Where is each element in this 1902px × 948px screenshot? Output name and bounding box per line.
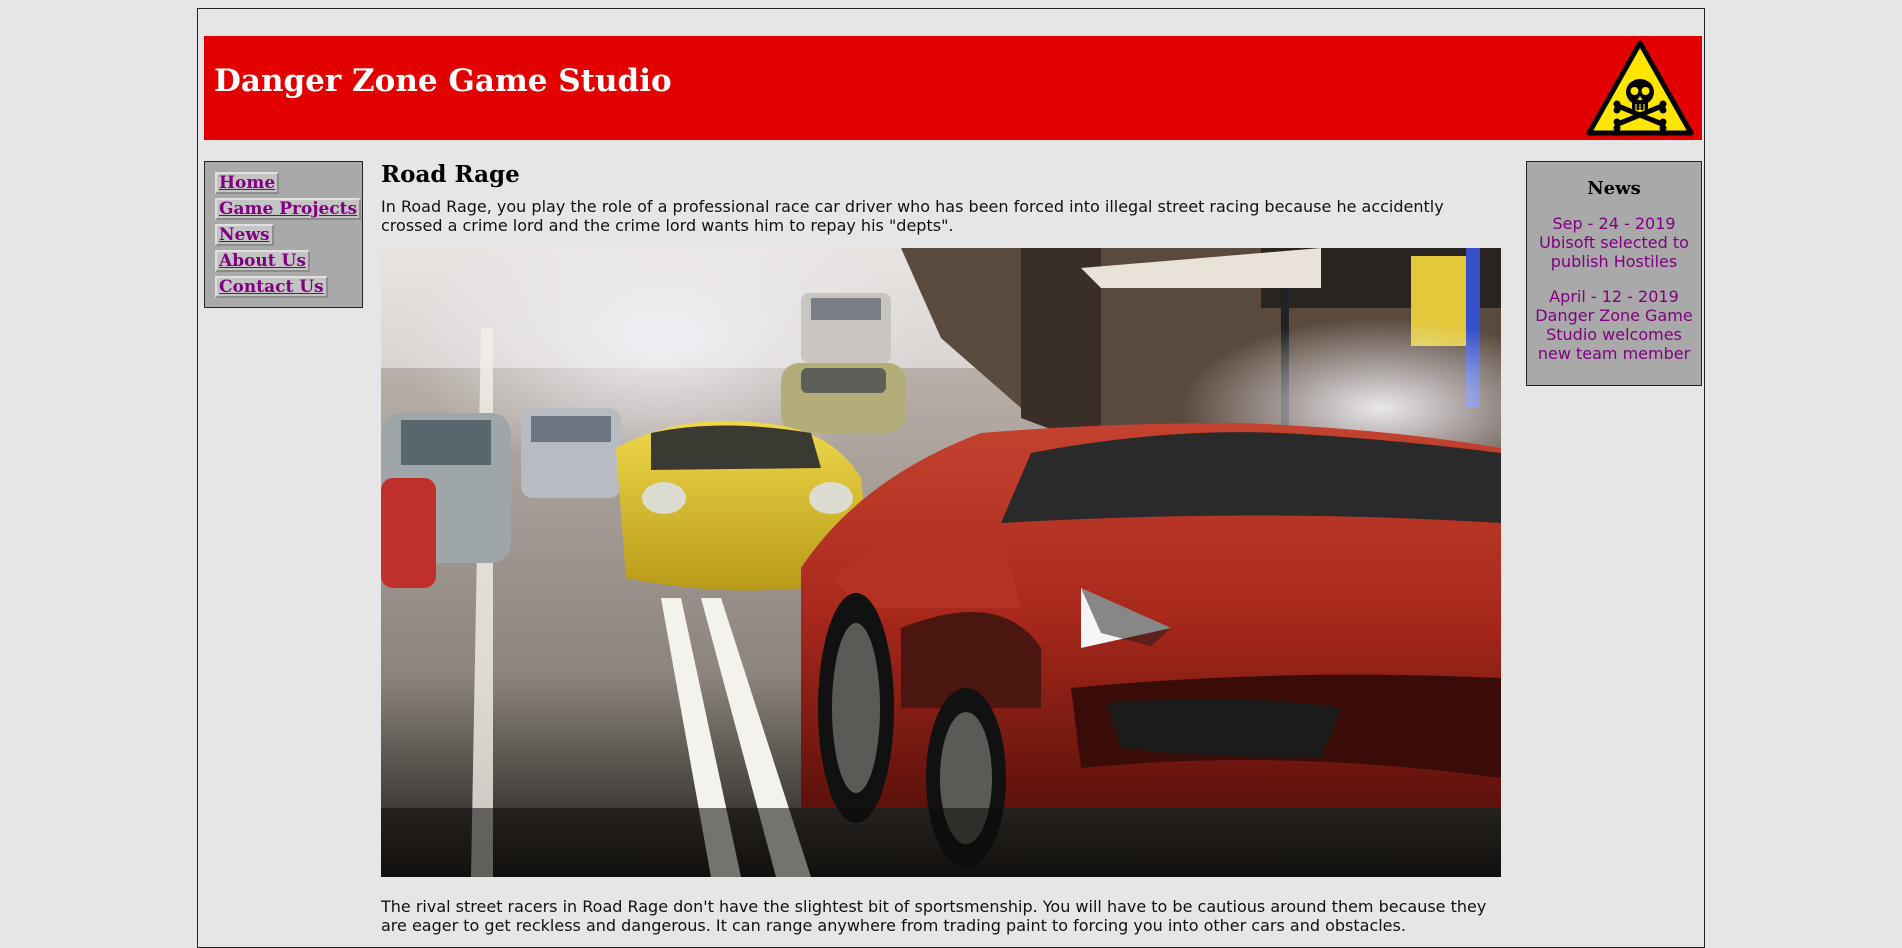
nav-link-about-us[interactable]: About Us [215,250,310,272]
nav-link-game-projects[interactable]: Game Projects [215,198,362,220]
news-heading: News [1587,178,1641,199]
header-banner: Danger Zone Game Studio [204,36,1702,140]
nav-link-contact-us[interactable]: Contact Us [215,276,328,298]
street-racing-cars-photo [381,247,1501,877]
nav-link-home[interactable]: Home [215,172,280,194]
news-item-link[interactable]: April - 12 - 2019 Danger Zone Game Studi… [1532,287,1696,363]
nav-link-news[interactable]: News [215,224,274,246]
skull-crossbones-warning-icon [1586,40,1694,136]
site-title: Danger Zone Game Studio [214,63,672,99]
page-container: Danger Zone Game Studio Home Game Projec… [197,8,1705,948]
sidebar-nav: Home Game Projects News About Us Contact… [204,161,363,308]
news-item-link[interactable]: Sep - 24 - 2019 Ubisoft selected to publ… [1532,214,1696,271]
intro-paragraph: In Road Rage, you play the role of a pro… [381,196,1444,235]
article-title: Road Rage [381,161,520,188]
description-paragraph: The rival street racers in Road Rage don… [381,896,1487,935]
main-content: Road Rage In Road Rage, you play the rol… [381,161,1501,935]
news-sidebar: News Sep - 24 - 2019 Ubisoft selected to… [1526,161,1702,386]
